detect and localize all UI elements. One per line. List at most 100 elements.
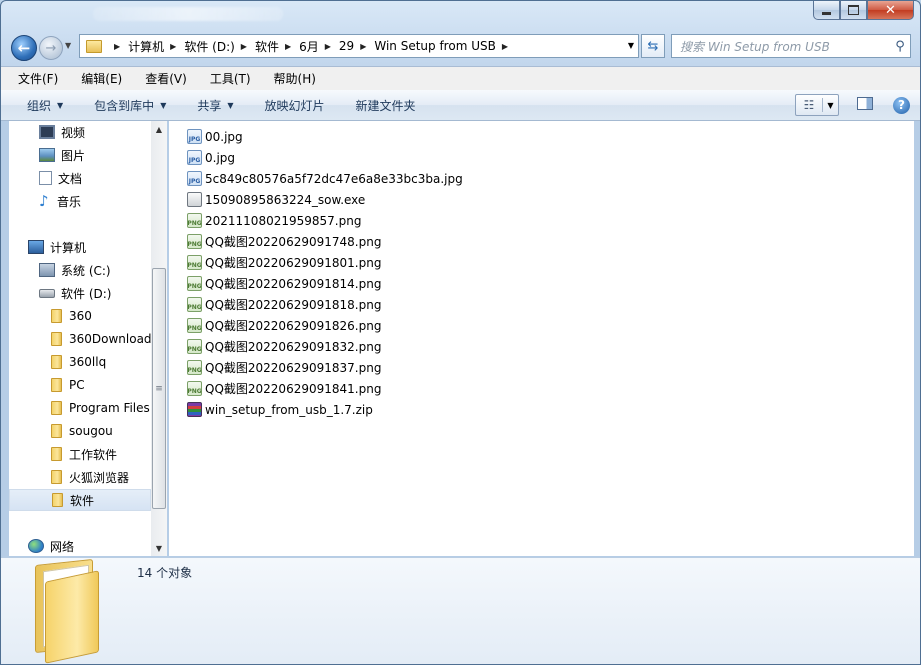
sidebar-item-drive-d[interactable]: 软件 (D:) bbox=[9, 282, 151, 304]
sidebar-item-network[interactable]: 网络 bbox=[9, 535, 151, 556]
file-item[interactable]: PNG QQ截图20220629091801.png bbox=[187, 252, 381, 273]
breadcrumb-chevron-icon[interactable]: ▶ bbox=[502, 42, 508, 51]
breadcrumb-chevron-icon[interactable]: ▶ bbox=[325, 42, 331, 51]
breadcrumb-computer[interactable]: 计算机 bbox=[128, 38, 164, 55]
sidebar-folder[interactable]: sougou bbox=[9, 420, 151, 442]
file-item[interactable]: PNG QQ截图20220629091818.png bbox=[187, 294, 381, 315]
file-item[interactable]: PNG QQ截图20220629091748.png bbox=[187, 231, 381, 252]
breadcrumb-chevron-icon[interactable]: ▶ bbox=[360, 42, 366, 51]
back-arrow-icon: ← bbox=[17, 39, 31, 57]
breadcrumb-software[interactable]: 软件 bbox=[255, 38, 279, 55]
recent-pages-dropdown[interactable]: ▼ bbox=[65, 41, 77, 53]
file-item[interactable]: JPG 00.jpg bbox=[187, 126, 243, 147]
file-item[interactable]: PNG QQ截图20220629091837.png bbox=[187, 357, 381, 378]
back-button[interactable]: ← bbox=[11, 35, 37, 61]
close-button[interactable]: ✕ bbox=[867, 1, 914, 20]
search-box[interactable]: 搜索 Win Setup from USB ⚲ bbox=[671, 34, 911, 58]
dropdown-arrow-icon[interactable]: ▼ bbox=[823, 101, 838, 110]
address-bar[interactable]: ▶ 计算机 ▶ 软件 (D:) ▶ 软件 ▶ 6月 ▶ 29 ▶ Win Set… bbox=[79, 34, 639, 58]
change-view-button[interactable]: ☷ ▼ bbox=[795, 94, 839, 116]
sidebar-folder-selected[interactable]: 软件 bbox=[9, 489, 151, 511]
close-icon: ✕ bbox=[885, 2, 896, 18]
file-item[interactable]: PNG QQ截图20220629091826.png bbox=[187, 315, 381, 336]
sidebar-item-label: 软件 (D:) bbox=[61, 286, 112, 301]
file-list-pane[interactable]: JPG 00.jpg JPG 0.jpg JPG 5c849c80576a5f72dc… bbox=[169, 121, 914, 556]
breadcrumb-29[interactable]: 29 bbox=[339, 39, 354, 53]
png-file-icon: PNG bbox=[187, 255, 202, 270]
share-button[interactable]: 共享 ▼ bbox=[182, 97, 249, 114]
menu-file[interactable]: 文件(F) bbox=[1, 70, 64, 87]
breadcrumb-drive-d[interactable]: 软件 (D:) bbox=[184, 38, 234, 55]
png-file-icon: PNG bbox=[187, 360, 202, 375]
menu-edit[interactable]: 编辑(E) bbox=[64, 70, 128, 87]
breadcrumb-chevron-icon[interactable]: ▶ bbox=[170, 42, 176, 51]
scroll-thumb[interactable]: ≡ bbox=[152, 268, 166, 509]
sidebar-folder[interactable]: 360 bbox=[9, 305, 151, 327]
sidebar-item-pictures[interactable]: 图片 bbox=[9, 144, 151, 166]
navigation-scrollbar[interactable]: ▲ ≡ ▼ bbox=[151, 121, 167, 556]
minimize-button[interactable] bbox=[813, 1, 840, 20]
sidebar-item-label: 视频 bbox=[61, 125, 86, 140]
sidebar-folder[interactable]: 360llq bbox=[9, 351, 151, 373]
file-name: QQ截图20220629091814.png bbox=[205, 277, 382, 291]
file-name: QQ截图20220629091826.png bbox=[205, 319, 382, 333]
new-folder-label: 新建文件夹 bbox=[355, 98, 416, 113]
file-item[interactable]: PNG QQ截图20220629091841.png bbox=[187, 378, 381, 399]
forward-arrow-icon: → bbox=[45, 40, 57, 56]
file-item[interactable]: PNG QQ截图20220629091814.png bbox=[187, 273, 381, 294]
search-icon[interactable]: ⚲ bbox=[890, 39, 910, 54]
sidebar-folder[interactable]: 工作软件 bbox=[9, 443, 151, 465]
file-item[interactable]: JPG 5c849c80576a5f72dc47e6a8e33bc3ba.jpg bbox=[187, 168, 463, 189]
sidebar-folder[interactable]: 360Download bbox=[9, 328, 151, 350]
search-input[interactable]: 搜索 Win Setup from USB bbox=[672, 38, 890, 55]
sidebar-item-music[interactable]: ♪ 音乐 bbox=[9, 190, 151, 212]
help-button[interactable]: ? bbox=[893, 96, 910, 114]
exe-file-icon bbox=[187, 192, 202, 207]
breadcrumb-chevron-icon[interactable]: ▶ bbox=[241, 42, 247, 51]
jpg-file-icon: JPG bbox=[187, 129, 202, 144]
folder-icon bbox=[51, 447, 62, 461]
file-name: QQ截图20220629091818.png bbox=[205, 298, 382, 312]
sidebar-folder[interactable]: 火狐浏览器 bbox=[9, 466, 151, 488]
sidebar-item-computer[interactable]: 计算机 bbox=[9, 236, 151, 258]
sidebar-item-documents[interactable]: 文档 bbox=[9, 167, 151, 189]
title-bar[interactable]: ✕ bbox=[1, 1, 920, 29]
menu-help[interactable]: 帮助(H) bbox=[257, 70, 322, 87]
file-item[interactable]: PNG QQ截图20220629091832.png bbox=[187, 336, 381, 357]
file-name: QQ截图20220629091837.png bbox=[205, 361, 382, 375]
jpg-file-icon: JPG bbox=[187, 171, 202, 186]
sidebar-item-label: PC bbox=[69, 378, 85, 392]
breadcrumb-chevron-icon[interactable]: ▶ bbox=[114, 42, 120, 51]
zip-archive-icon bbox=[187, 402, 202, 417]
breadcrumb-current[interactable]: Win Setup from USB bbox=[374, 39, 495, 53]
png-file-icon: PNG bbox=[187, 213, 202, 228]
sidebar-item-drive-c[interactable]: 系统 (C:) bbox=[9, 259, 151, 281]
address-history-dropdown[interactable]: ▼ bbox=[628, 41, 634, 50]
folder-icon bbox=[51, 401, 62, 415]
organize-button[interactable]: 组织 ▼ bbox=[1, 97, 79, 114]
file-item[interactable]: win_setup_from_usb_1.7.zip bbox=[187, 399, 373, 420]
file-item[interactable]: JPG 0.jpg bbox=[187, 147, 235, 168]
file-item[interactable]: 15090895863224_sow.exe bbox=[187, 189, 365, 210]
menu-bar: 文件(F) 编辑(E) 查看(V) 工具(T) 帮助(H) bbox=[1, 66, 920, 91]
preview-pane-button[interactable] bbox=[853, 97, 877, 113]
refresh-button[interactable]: ⇆ bbox=[641, 34, 665, 58]
include-in-library-button[interactable]: 包含到库中 ▼ bbox=[79, 97, 182, 114]
sidebar-item-label: 文档 bbox=[58, 171, 83, 186]
slideshow-button[interactable]: 放映幻灯片 bbox=[250, 97, 341, 114]
sidebar-item-videos[interactable]: 视频 bbox=[9, 121, 151, 143]
breadcrumb-june[interactable]: 6月 bbox=[299, 38, 319, 55]
maximize-button[interactable] bbox=[840, 1, 867, 20]
file-name: QQ截图20220629091801.png bbox=[205, 256, 382, 270]
menu-view[interactable]: 查看(V) bbox=[128, 70, 193, 87]
breadcrumb-chevron-icon[interactable]: ▶ bbox=[285, 42, 291, 51]
new-folder-button[interactable]: 新建文件夹 bbox=[341, 97, 432, 114]
sidebar-folder[interactable]: Program Files bbox=[9, 397, 151, 419]
forward-button[interactable]: → bbox=[39, 36, 63, 60]
file-name: win_setup_from_usb_1.7.zip bbox=[205, 402, 373, 417]
sidebar-folder[interactable]: PC bbox=[9, 374, 151, 396]
scroll-up-arrow-icon[interactable]: ▲ bbox=[151, 121, 167, 137]
menu-tools[interactable]: 工具(T) bbox=[193, 70, 257, 87]
scroll-down-arrow-icon[interactable]: ▼ bbox=[151, 540, 167, 556]
file-item[interactable]: PNG 20211108021959857.png bbox=[187, 210, 361, 231]
